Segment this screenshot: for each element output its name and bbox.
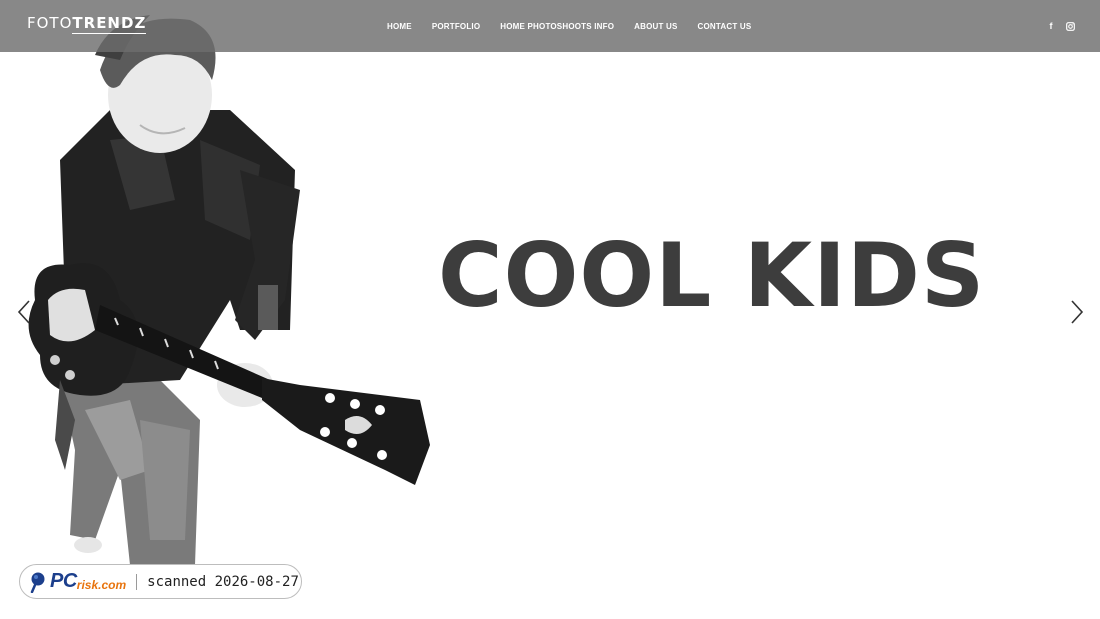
nav-contact-us[interactable]: CONTACT US: [688, 22, 762, 31]
magnifier-icon: [30, 572, 45, 593]
pcrisk-logo: PC risk.com: [30, 567, 126, 597]
badge-scan-text: scanned 2026-08-27: [147, 573, 299, 590]
instagram-icon[interactable]: [1063, 19, 1077, 33]
main-nav: HOME PORTFOLIO HOME PHOTOSHOOTS INFO ABO…: [377, 0, 761, 52]
chevron-left-icon[interactable]: [14, 298, 34, 326]
logo-text-bold: TRENDZ: [72, 14, 147, 34]
badge-divider: [136, 573, 138, 590]
nav-home[interactable]: HOME: [377, 22, 422, 31]
site-logo[interactable]: FOTOTRENDZ: [27, 14, 147, 34]
scan-badge: PC risk.com scanned 2026-08-27: [19, 564, 302, 599]
facebook-icon[interactable]: f: [1044, 19, 1058, 33]
pcrisk-logo-risk: risk.com: [76, 577, 127, 592]
nav-about-us[interactable]: ABOUT US: [624, 22, 687, 31]
pcrisk-logo-pc: PC: [50, 570, 77, 592]
chevron-right-icon[interactable]: [1067, 298, 1087, 326]
nav-home-photoshoots-info[interactable]: HOME PHOTOSHOOTS INFO: [490, 22, 624, 31]
site-header: FOTOTRENDZ HOME PORTFOLIO HOME PHOTOSHOO…: [0, 0, 1100, 52]
logo-text-light: FOTO: [27, 14, 73, 32]
nav-portfolio[interactable]: PORTFOLIO: [422, 22, 490, 31]
hero-photo-boy-with-guitar: [0, 0, 460, 619]
hero-headline: COOL KIDS: [438, 224, 986, 327]
page: FOTOTRENDZ HOME PORTFOLIO HOME PHOTOSHOO…: [0, 0, 1100, 619]
